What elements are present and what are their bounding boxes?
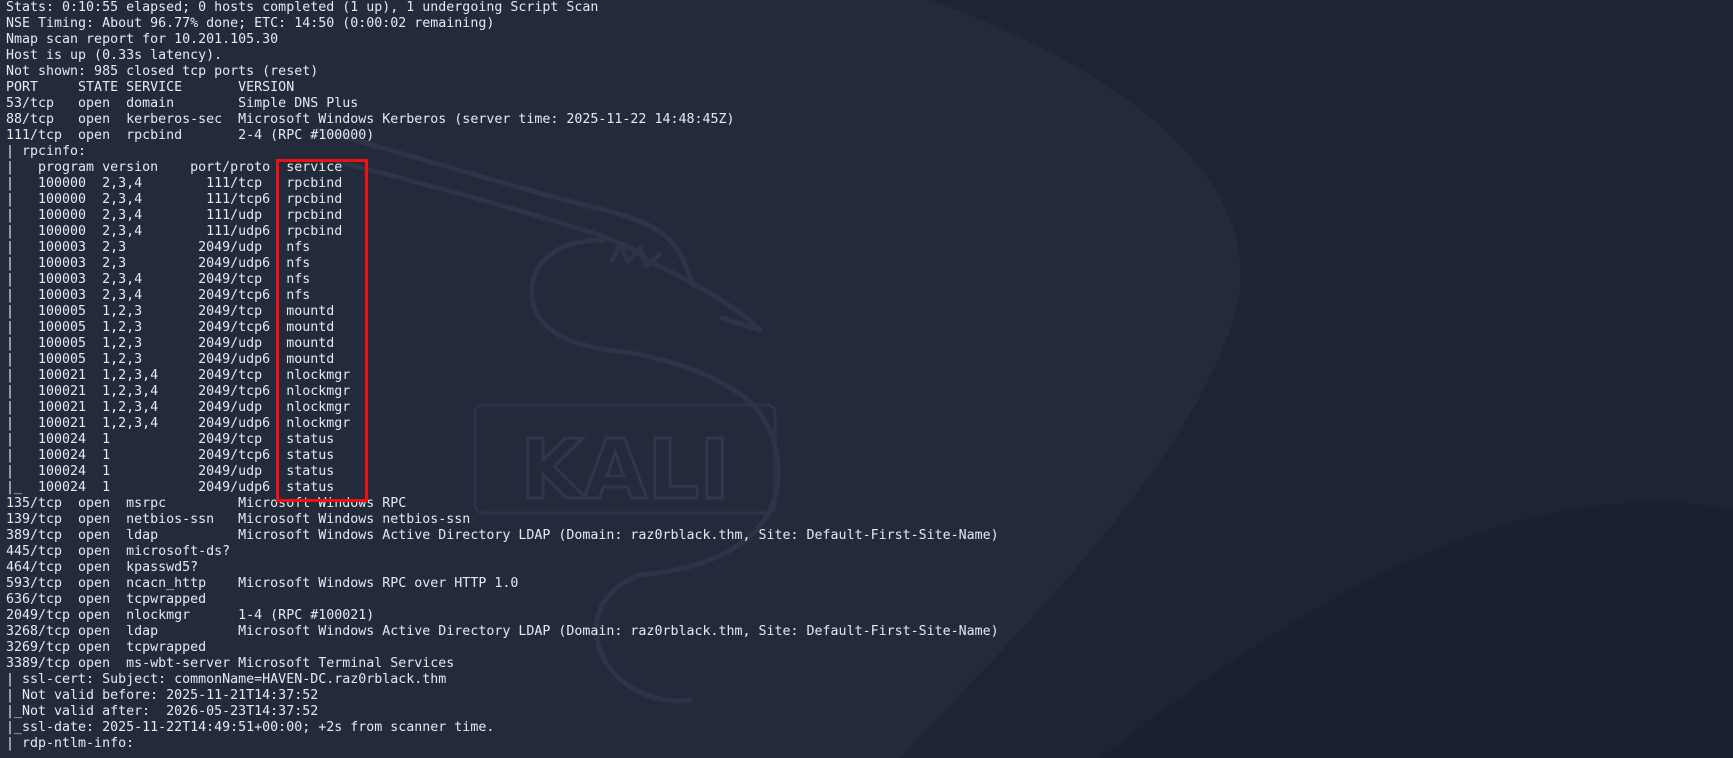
not-shown-line: Not shown: 985 closed tcp ports (reset) xyxy=(6,64,319,79)
rpcinfo-row: | 100003 2,3 2049/udp6 nfs xyxy=(6,256,311,271)
rpcinfo-row: | 100024 1 2049/tcp6 status xyxy=(6,448,335,463)
ssl-cert-line: | Not valid before: 2025-11-21T14:37:52 xyxy=(6,688,319,703)
rpcinfo-row: | 100021 1,2,3,4 2049/tcp6 nlockmgr xyxy=(6,384,351,399)
rpcinfo-row: |_ 100024 1 2049/udp6 status xyxy=(6,480,335,495)
host-status-line: Host is up (0.33s latency). xyxy=(6,48,223,63)
ssl-date-line: |_ssl-date: 2025-11-22T14:49:51+00:00; +… xyxy=(6,720,495,735)
terminal-window[interactable]: { "terminal": { "background_color": "#23… xyxy=(0,0,1733,758)
rpcinfo-row: | 100005 1,2,3 2049/tcp mountd xyxy=(6,304,335,319)
port-table-header: PORT STATE SERVICE VERSION xyxy=(6,80,295,95)
rpcinfo-row: | 100021 1,2,3,4 2049/udp6 nlockmgr xyxy=(6,416,351,431)
stats-line: Stats: 0:10:55 elapsed; 0 hosts complete… xyxy=(6,0,599,15)
ssl-cert-line: |_Not valid after: 2026-05-23T14:37:52 xyxy=(6,704,319,719)
rpcinfo-row: | 100021 1,2,3,4 2049/udp nlockmgr xyxy=(6,400,351,415)
rpcinfo-column-header: | program version port/proto service xyxy=(6,160,343,175)
port-row: 389/tcp open ldap Microsoft Windows Acti… xyxy=(6,528,999,543)
nmap-output: Stats: 0:10:55 elapsed; 0 hosts complete… xyxy=(6,0,999,752)
port-row: 3269/tcp open tcpwrapped xyxy=(6,640,207,655)
rdp-ntlm-info-line: | rdp-ntlm-info: xyxy=(6,736,135,751)
ssl-cert-line: | ssl-cert: Subject: commonName=HAVEN-DC… xyxy=(6,672,447,687)
rpcinfo-row: | 100024 1 2049/udp status xyxy=(6,464,335,479)
service-column-highlight-box xyxy=(276,159,368,502)
port-row: 3389/tcp open ms-wbt-server Microsoft Te… xyxy=(6,656,455,671)
rpcinfo-header: | rpcinfo: xyxy=(6,144,87,159)
rpcinfo-row: | 100005 1,2,3 2049/tcp6 mountd xyxy=(6,320,335,335)
port-row: 445/tcp open microsoft-ds? xyxy=(6,544,231,559)
port-row: 636/tcp open tcpwrapped xyxy=(6,592,207,607)
port-row: 593/tcp open ncacn_http Microsoft Window… xyxy=(6,576,519,591)
port-row: 88/tcp open kerberos-sec Microsoft Windo… xyxy=(6,112,735,127)
rpcinfo-row: | 100005 1,2,3 2049/udp mountd xyxy=(6,336,335,351)
wallpaper-swoosh-lower xyxy=(1100,501,1733,758)
scan-report-line: Nmap scan report for 10.201.105.30 xyxy=(6,32,279,47)
rpcinfo-row: | 100003 2,3 2049/udp nfs xyxy=(6,240,311,255)
wallpaper-swoosh-right xyxy=(900,0,1733,758)
rpcinfo-row: | 100000 2,3,4 111/tcp6 rpcbind xyxy=(6,192,343,207)
rpcinfo-row: | 100005 1,2,3 2049/udp6 mountd xyxy=(6,352,335,367)
rpcinfo-row: | 100021 1,2,3,4 2049/tcp nlockmgr xyxy=(6,368,351,383)
port-row: 139/tcp open netbios-ssn Microsoft Windo… xyxy=(6,512,471,527)
rpcinfo-row: | 100024 1 2049/tcp status xyxy=(6,432,335,447)
rpcinfo-row: | 100000 2,3,4 111/udp rpcbind xyxy=(6,208,343,223)
rpcinfo-row: | 100003 2,3,4 2049/tcp6 nfs xyxy=(6,288,311,303)
rpcinfo-row: | 100003 2,3,4 2049/tcp nfs xyxy=(6,272,311,287)
rpcinfo-row: | 100000 2,3,4 111/tcp rpcbind xyxy=(6,176,343,191)
port-row: 53/tcp open domain Simple DNS Plus xyxy=(6,96,359,111)
port-row: 464/tcp open kpasswd5? xyxy=(6,560,199,575)
port-row: 3268/tcp open ldap Microsoft Windows Act… xyxy=(6,624,999,639)
port-row: 135/tcp open msrpc Microsoft Windows RPC xyxy=(6,496,407,511)
port-row: 2049/tcp open nlockmgr 1-4 (RPC #100021) xyxy=(6,608,375,623)
rpcinfo-row: | 100000 2,3,4 111/udp6 rpcbind xyxy=(6,224,343,239)
nse-timing-line: NSE Timing: About 96.77% done; ETC: 14:5… xyxy=(6,16,495,31)
port-row: 111/tcp open rpcbind 2-4 (RPC #100000) xyxy=(6,128,375,143)
